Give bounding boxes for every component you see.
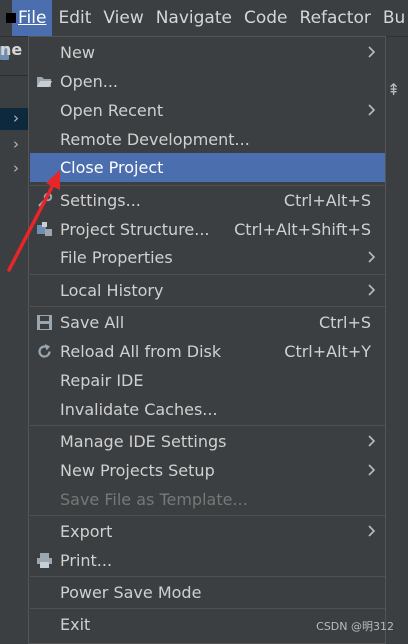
menu-item-save-all[interactable]: Save All Ctrl+S xyxy=(30,308,385,337)
menu-separator xyxy=(30,425,385,426)
menu-item-export[interactable]: Export xyxy=(30,517,385,546)
menu-item-new[interactable]: New xyxy=(30,38,385,67)
menu-code[interactable]: Code xyxy=(238,0,294,36)
menu-separator xyxy=(30,274,385,275)
printer-icon xyxy=(37,553,52,568)
menu-separator xyxy=(30,576,385,577)
save-icon xyxy=(37,315,52,330)
wrench-icon xyxy=(38,192,53,207)
collapse-all-icon[interactable]: ⇞ xyxy=(387,80,400,99)
menu-item-repair-ide[interactable]: Repair IDE xyxy=(30,366,385,395)
menu-item-reload-all[interactable]: Reload All from Disk Ctrl+Alt+Y xyxy=(30,337,385,366)
menu-separator xyxy=(30,608,385,609)
menu-separator xyxy=(30,306,385,307)
menu-item-local-history[interactable]: Local History xyxy=(30,276,385,305)
menu-item-save-file-as-template: Save File as Template... xyxy=(60,490,248,509)
watermark: CSDN @明312 xyxy=(316,620,394,633)
submenu-arrow-icon xyxy=(368,104,376,116)
menu-item-file-properties[interactable]: File Properties xyxy=(30,243,385,272)
menu-item-invalidate-caches[interactable]: Invalidate Caches... xyxy=(30,395,385,424)
reload-icon xyxy=(38,344,51,358)
menu-item-power-save-mode[interactable]: Power Save Mode xyxy=(30,578,385,607)
menu-item-project-structure[interactable]: Project Structure... Ctrl+Alt+Shift+S xyxy=(30,215,385,244)
submenu-arrow-icon xyxy=(368,525,376,537)
file-menu-dropdown: New Open... Open Recent Remote Developme… xyxy=(28,36,386,644)
menu-refactor[interactable]: Refactor xyxy=(294,0,377,36)
main-menubar: File Edit View Navigate Code Refactor Bu xyxy=(0,0,408,37)
menu-build[interactable]: Bu xyxy=(377,0,408,36)
submenu-arrow-icon xyxy=(368,284,376,296)
menu-file[interactable]: File xyxy=(12,0,53,36)
menu-item-print[interactable]: Print... xyxy=(30,546,385,575)
tree-expand-icon[interactable]: › xyxy=(13,109,19,127)
menu-item-close-project[interactable]: Close Project xyxy=(30,153,385,182)
menu-item-remote-development[interactable]: Remote Development... xyxy=(30,125,385,154)
submenu-arrow-icon xyxy=(368,46,376,58)
project-structure-icon xyxy=(37,222,52,236)
menu-item-open[interactable]: Open... xyxy=(30,67,385,96)
menu-navigate[interactable]: Navigate xyxy=(150,0,238,36)
submenu-arrow-icon xyxy=(368,251,376,263)
menu-separator xyxy=(30,515,385,516)
menu-item-open-recent[interactable]: Open Recent xyxy=(30,96,385,125)
menu-view[interactable]: View xyxy=(97,0,149,36)
editor-gutter xyxy=(386,75,408,644)
menu-item-new-projects-setup[interactable]: New Projects Setup xyxy=(30,456,385,485)
menu-edit[interactable]: Edit xyxy=(52,0,97,36)
project-name: ne xyxy=(0,40,23,59)
folder-icon xyxy=(37,77,52,87)
submenu-arrow-icon xyxy=(368,464,376,476)
tree-expand-icon[interactable]: › xyxy=(13,159,19,177)
menu-item-manage-ide-settings[interactable]: Manage IDE Settings xyxy=(30,427,385,456)
tree-expand-icon[interactable]: › xyxy=(13,135,19,153)
submenu-arrow-icon xyxy=(368,435,376,447)
menu-item-settings[interactable]: Settings... Ctrl+Alt+S xyxy=(30,186,385,215)
